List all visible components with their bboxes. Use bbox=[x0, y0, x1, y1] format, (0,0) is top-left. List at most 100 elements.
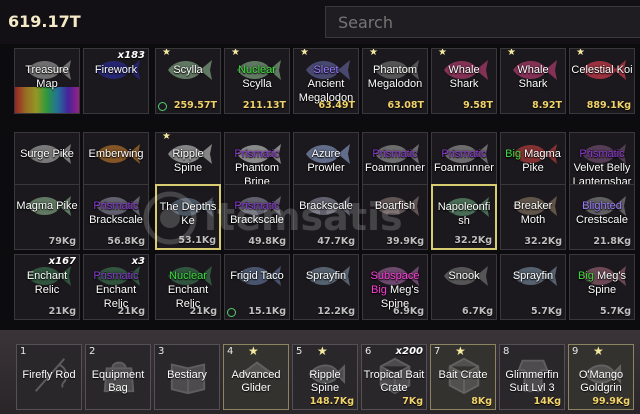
inventory-slot[interactable]: Sprayfin 12.2Kg bbox=[293, 254, 359, 320]
inventory-slot[interactable]: Frigid Taco 15.1Kg bbox=[224, 254, 290, 320]
item-weight: 259.57T bbox=[173, 100, 217, 111]
hotbar-item-name: Ripple Spine bbox=[309, 369, 341, 394]
hotbar-item-name: O'Mango Goldgrin bbox=[578, 369, 624, 394]
item-weight: 8Kg bbox=[471, 396, 492, 407]
item-name: Nuclear Scylla bbox=[226, 63, 288, 91]
stack-count: x167 bbox=[48, 256, 76, 267]
item-weight: 8.92T bbox=[532, 100, 562, 111]
favorite-star-icon: ★ bbox=[162, 48, 171, 58]
item-name-text: Breaker Moth bbox=[513, 200, 553, 226]
hotbar-slot-number: 4 bbox=[227, 346, 234, 357]
inventory-slot[interactable]: Blighted Crestscale 21.8Kg bbox=[569, 184, 635, 250]
item-name: Blighted Crestscale bbox=[571, 199, 633, 227]
hotbar-slot[interactable]: 8 Glimmerfin Suit Lvl 3 14Kg bbox=[499, 344, 565, 410]
inventory-slot[interactable]: Treasure Map bbox=[14, 48, 80, 114]
item-name: Big Magma Pike bbox=[502, 147, 564, 175]
item-name: Firework bbox=[85, 63, 147, 77]
inventory-slot[interactable]: Sprayfin 5.7Kg bbox=[500, 254, 566, 320]
item-name: Sleet Ancient Megalodon bbox=[295, 63, 357, 105]
inventory-slot[interactable]: Magma Pike 79Kg bbox=[14, 184, 80, 250]
item-weight: 21Kg bbox=[189, 306, 217, 317]
inventory-slot[interactable]: Nuclear Enchant Relic 21Kg bbox=[155, 254, 221, 320]
item-weight: 6.7Kg bbox=[462, 306, 493, 317]
item-name-text: Emberwing bbox=[88, 148, 144, 160]
favorite-star-icon: ★ bbox=[455, 344, 466, 358]
item-name: Prismatic Enchant Relic bbox=[85, 269, 147, 311]
inventory-slot[interactable]: ★ Whale Shark 9.58T bbox=[431, 48, 497, 114]
inventory-slot[interactable]: ★ Nuclear Scylla 211.13T bbox=[224, 48, 290, 114]
item-weight: 21.8Kg bbox=[593, 236, 631, 247]
item-name: Magma Pike bbox=[16, 199, 78, 213]
hotbar-slot[interactable]: 6 x200 Tropical Bait Crate 7Kg bbox=[361, 344, 427, 410]
hotbar-slot-number: 3 bbox=[158, 346, 165, 357]
mutation-label: Big bbox=[578, 270, 594, 282]
hotbar-slot-number: 7 bbox=[434, 346, 441, 357]
inventory-slot[interactable]: ★ Celestial Koi 889.1Kg bbox=[569, 48, 635, 114]
top-bar: 619.17T bbox=[0, 0, 640, 44]
item-name: Prismatic Velvet Belly Lanternshar bbox=[571, 147, 633, 189]
hotbar-slot-number: 6 bbox=[365, 346, 372, 357]
item-name-text: Scylla bbox=[242, 78, 272, 90]
item-weight: 12.2Kg bbox=[317, 306, 355, 317]
inventory-slot[interactable]: ★ Phantom Megalodon 63.08T bbox=[362, 48, 428, 114]
hotbar-slot[interactable]: 3 Bestiary bbox=[154, 344, 220, 410]
item-name: Snook bbox=[433, 269, 495, 283]
hotbar-item-name: Glimmerfin Suit Lvl 3 bbox=[505, 369, 559, 394]
item-name-text: Frigid Taco bbox=[230, 270, 284, 282]
inventory-slot[interactable]: x167 Enchant Relic 21Kg bbox=[14, 254, 80, 320]
item-name: Enchant Relic bbox=[16, 269, 78, 297]
inventory-slot[interactable]: Big Meg's Spine 5.7Kg bbox=[569, 254, 635, 320]
item-weight: 63.49T bbox=[318, 100, 355, 111]
favorite-star-icon: ★ bbox=[300, 48, 309, 58]
item-name: Emberwing bbox=[85, 147, 147, 161]
item-weight: 79Kg bbox=[48, 236, 76, 247]
hotbar-item-name: Equipment Bag bbox=[91, 369, 145, 394]
item-name-text: Crestscale bbox=[576, 214, 628, 226]
inventory-slot[interactable]: x3 Prismatic Enchant Relic 21Kg bbox=[83, 254, 149, 320]
item-weight: 9.58T bbox=[463, 100, 493, 111]
hotbar: 1 Firefly Rod 2 Equipment Bag 3 Bestiary 4 ★ Adv… bbox=[0, 330, 640, 414]
favorite-star-icon: ★ bbox=[369, 48, 378, 58]
hotbar-slot[interactable]: 2 Equipment Bag bbox=[85, 344, 151, 410]
inventory-slot[interactable]: ★ Whale Shark 8.92T bbox=[500, 48, 566, 114]
item-weight: 148.7Kg bbox=[309, 396, 354, 407]
item-weight: 14Kg bbox=[533, 396, 561, 407]
favorite-star-icon: ★ bbox=[162, 132, 171, 142]
item-name-text: Azure Prowler bbox=[307, 148, 345, 174]
inventory-slot[interactable]: Breaker Moth 32.2Kg bbox=[500, 184, 566, 250]
hotbar-item-name: Bait Crate bbox=[438, 369, 488, 381]
mutation-label: Prismatic bbox=[372, 148, 418, 160]
inventory-slot[interactable]: Subspace Big Meg's Spine 6.9Kg bbox=[362, 254, 428, 320]
item-name: Whale Shark bbox=[433, 63, 495, 91]
item-weight: 99.9Kg bbox=[592, 396, 630, 407]
item-name-text: Foamrunner bbox=[365, 162, 425, 174]
item-name-text: Phantom Megalodon bbox=[367, 64, 423, 90]
item-name: Prismatic Brackscale bbox=[85, 199, 147, 227]
item-name: Treasure Map bbox=[16, 63, 78, 91]
item-name-text: Celestial Koi bbox=[571, 64, 633, 76]
watermark-text: itemsatis bbox=[204, 195, 403, 239]
watermark-logo: itemsatis bbox=[143, 191, 403, 245]
item-weight: 21Kg bbox=[117, 306, 145, 317]
hotbar-slot[interactable]: 5 ★ Ripple Spine 148.7Kg bbox=[292, 344, 358, 410]
inventory-slot[interactable]: Snook 6.7Kg bbox=[431, 254, 497, 320]
item-name: Whale Shark bbox=[502, 63, 564, 91]
item-name-text: Whale Shark bbox=[448, 64, 480, 90]
hotbar-slot[interactable]: 9 ★ O'Mango Goldgrin 99.9Kg bbox=[568, 344, 634, 410]
mutation-label: Prismatic bbox=[441, 148, 487, 160]
hotbar-item-name: Tropical Bait Crate bbox=[363, 369, 425, 394]
inventory-slot[interactable]: ★ Scylla 259.57T bbox=[155, 48, 221, 114]
inventory-slot[interactable]: x183 Firework bbox=[83, 48, 149, 114]
hotbar-slot[interactable]: 4 ★ Advanced Glider bbox=[223, 344, 289, 410]
hotbar-slot[interactable]: 7 ★ Bait Crate 8Kg bbox=[430, 344, 496, 410]
hotbar-slot[interactable]: 1 Firefly Rod bbox=[16, 344, 82, 410]
item-name-text: Ripple Spine bbox=[172, 148, 204, 174]
item-name-text: Whale Shark bbox=[517, 64, 549, 90]
mutation-label: Nuclear bbox=[169, 270, 207, 282]
inventory-slot[interactable]: ★ Sleet Ancient Megalodon 63.49T bbox=[293, 48, 359, 114]
mutation-label: Blighted bbox=[582, 200, 622, 212]
item-weight: 6.9Kg bbox=[393, 306, 424, 317]
search-input[interactable] bbox=[325, 6, 640, 38]
item-name: Prismatic Phantom Brine bbox=[226, 147, 288, 189]
hotbar-slot-number: 1 bbox=[20, 346, 27, 357]
